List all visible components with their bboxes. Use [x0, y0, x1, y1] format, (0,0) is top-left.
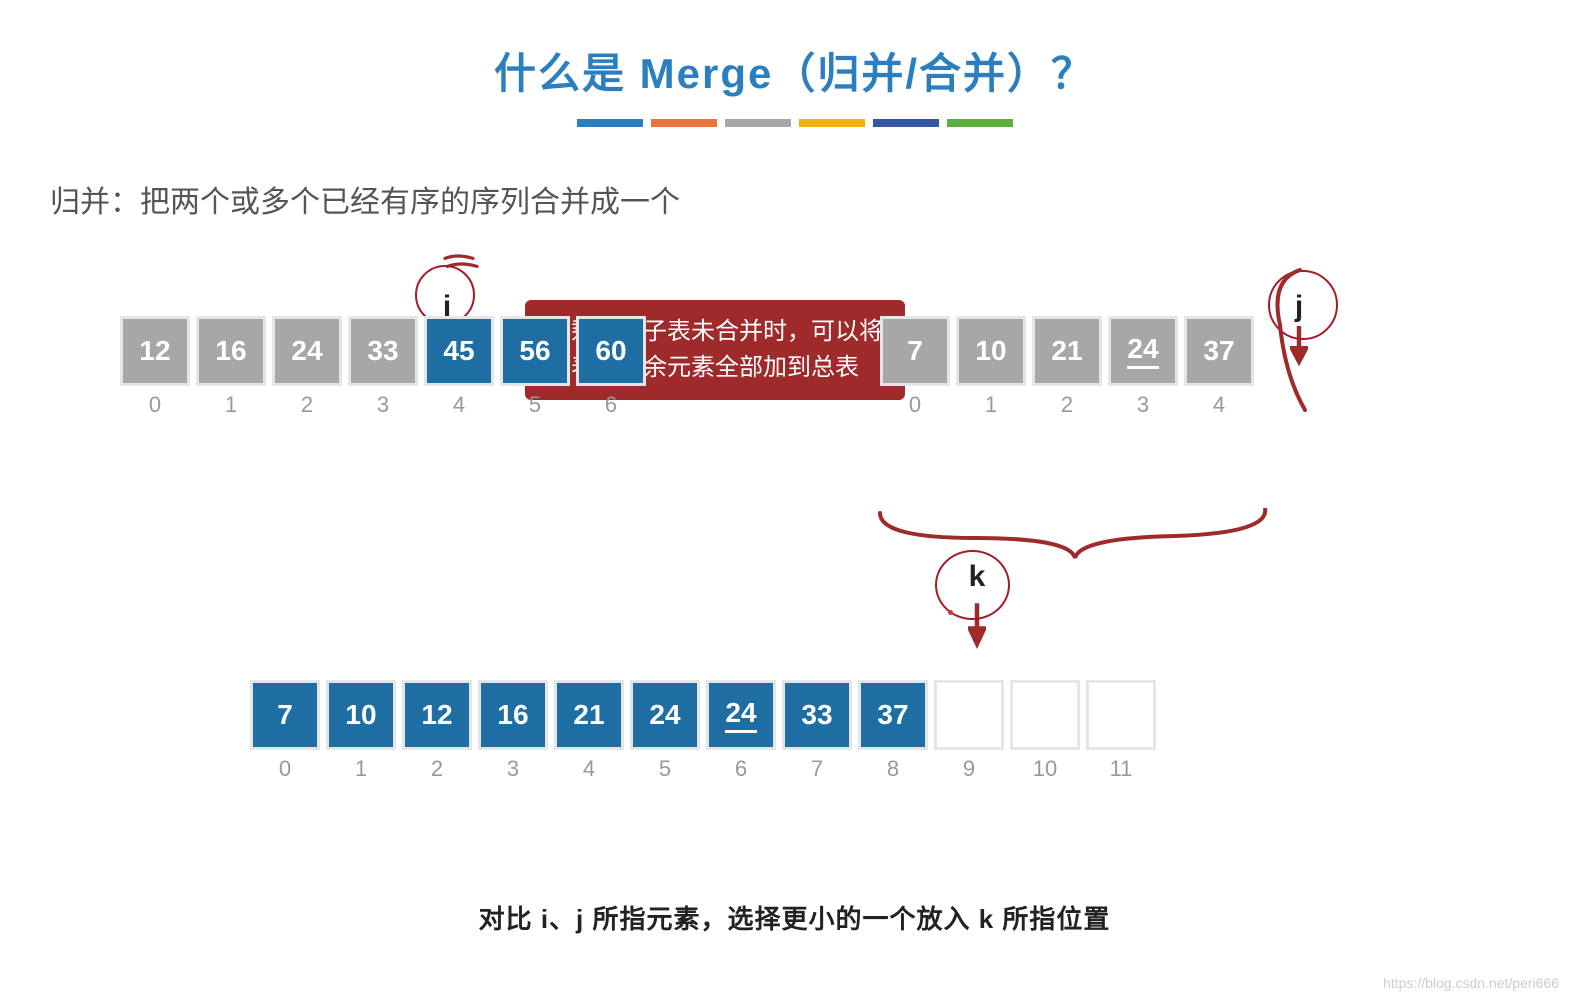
cell-index: 4: [427, 392, 491, 418]
array-cell: 454: [424, 316, 494, 386]
cell-value: 12: [421, 699, 452, 731]
cell-index: 3: [481, 756, 545, 782]
array-cell: 606: [576, 316, 646, 386]
array-cell: 70: [250, 680, 320, 750]
subtitle-text: 归并：把两个或多个已经有序的序列合并成一个: [50, 177, 1589, 221]
cell-value: 37: [1203, 335, 1234, 367]
cell-value: 60: [595, 335, 626, 367]
array-cell: 333: [348, 316, 418, 386]
cell-value: 33: [367, 335, 398, 367]
cell-index: 1: [959, 392, 1023, 418]
array-cell: 161: [196, 316, 266, 386]
array-cell: 120: [120, 316, 190, 386]
cell-value: 37: [877, 699, 908, 731]
cell-value: 21: [573, 699, 604, 731]
brace-annotation: [875, 508, 1275, 568]
cell-value: 7: [277, 699, 293, 731]
color-bar: [799, 119, 865, 127]
cell-value: 10: [345, 699, 376, 731]
cell-index: 0: [123, 392, 187, 418]
cell-value: 24: [1127, 333, 1158, 369]
array-cell: 101: [326, 680, 396, 750]
cell-index: 3: [1111, 392, 1175, 418]
page-title: 什么是 Merge（归并/合并）？: [0, 40, 1589, 101]
array-cell: 245: [630, 680, 700, 750]
cell-index: 5: [633, 756, 697, 782]
cell-value: 24: [725, 697, 756, 733]
array-cell: 11: [1086, 680, 1156, 750]
cell-index: 7: [785, 756, 849, 782]
array-cell: 243: [1108, 316, 1178, 386]
result-array-container: 7010112216321424524633737891011: [250, 680, 1156, 750]
array-cell: 214: [554, 680, 624, 750]
array-cell: 378: [858, 680, 928, 750]
instruction-text: 对比 i、j 所指元素，选择更小的一个放入 k 所指位置: [0, 899, 1589, 936]
color-bar: [873, 119, 939, 127]
cell-index: 5: [503, 392, 567, 418]
array-cell: 212: [1032, 316, 1102, 386]
cell-value: 16: [497, 699, 528, 731]
cell-value: 24: [649, 699, 680, 731]
color-bar: [725, 119, 791, 127]
cell-value: 7: [907, 335, 923, 367]
color-bar: [577, 119, 643, 127]
source-arrays-row: 120161242333454565606 70101212243374: [0, 316, 1589, 466]
cell-index: 4: [557, 756, 621, 782]
cell-index: 2: [275, 392, 339, 418]
cell-value: 12: [139, 335, 170, 367]
cell-value: 33: [801, 699, 832, 731]
cell-index: 6: [709, 756, 773, 782]
cell-index: 4: [1187, 392, 1251, 418]
cell-value: 10: [975, 335, 1006, 367]
array-cell: 10: [1010, 680, 1080, 750]
cell-index: 10: [1013, 756, 1077, 782]
array-right: 70101212243374: [880, 316, 1254, 386]
cell-index: 11: [1089, 756, 1153, 782]
array-cell: 337: [782, 680, 852, 750]
cell-index: 0: [883, 392, 947, 418]
array-cell: 122: [402, 680, 472, 750]
watermark-text: https://blog.csdn.net/peri666: [1383, 975, 1559, 991]
circle-annotation-k: [935, 550, 1010, 620]
cell-index: 8: [861, 756, 925, 782]
array-cell: 163: [478, 680, 548, 750]
array-cell: 565: [500, 316, 570, 386]
cell-index: 0: [253, 756, 317, 782]
cell-index: 9: [937, 756, 1001, 782]
array-cell: 246: [706, 680, 776, 750]
cell-index: 6: [579, 392, 643, 418]
array-cell: 70: [880, 316, 950, 386]
cell-index: 2: [1035, 392, 1099, 418]
cell-value: 21: [1051, 335, 1082, 367]
array-left: 120161242333454565606: [120, 316, 646, 386]
cell-value: 16: [215, 335, 246, 367]
array-cell: 101: [956, 316, 1026, 386]
cell-value: 56: [519, 335, 550, 367]
cell-value: 24: [291, 335, 322, 367]
array-cell: 242: [272, 316, 342, 386]
color-bar: [947, 119, 1013, 127]
array-cell: 374: [1184, 316, 1254, 386]
cell-index: 1: [329, 756, 393, 782]
cell-index: 1: [199, 392, 263, 418]
cell-index: 2: [405, 756, 469, 782]
red-dot: [948, 610, 953, 615]
color-bar: [651, 119, 717, 127]
title-underline-bars: [0, 119, 1589, 127]
array-result: 7010112216321424524633737891011: [250, 680, 1156, 750]
array-cell: 9: [934, 680, 1004, 750]
cell-index: 3: [351, 392, 415, 418]
cell-value: 45: [443, 335, 474, 367]
